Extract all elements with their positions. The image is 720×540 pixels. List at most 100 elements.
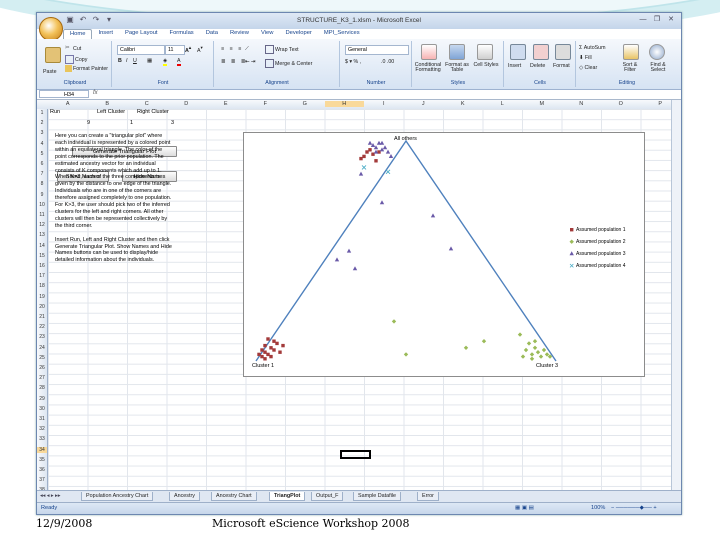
tab-formulas[interactable]: Formulas — [164, 29, 200, 39]
format-painter-button[interactable]: Format Painter — [65, 65, 108, 72]
tab-review[interactable]: Review — [224, 29, 255, 39]
cell-c1[interactable]: Right Cluster — [137, 109, 169, 115]
column-header-m[interactable]: M — [522, 101, 562, 107]
cell-styles-button[interactable]: Cell Styles — [473, 62, 499, 68]
close-icon[interactable]: ✕ — [665, 15, 677, 25]
fill-button[interactable]: ⬇ Fill — [579, 55, 592, 61]
border-icon[interactable]: ▦ — [147, 58, 152, 64]
name-box[interactable]: H34 — [39, 90, 89, 98]
cell-b2[interactable]: 1 — [130, 120, 133, 126]
sheet-nav-icons[interactable]: ◂◂ ◂ ▸ ▸▸ — [40, 493, 60, 499]
undo-icon[interactable]: ↶ — [78, 15, 88, 25]
view-icons[interactable]: ▦ ▣ ▤ — [515, 505, 534, 511]
row-header-5[interactable]: 5 — [37, 151, 47, 157]
office-button[interactable] — [39, 17, 63, 41]
number-format-combo[interactable]: General — [345, 45, 409, 55]
tab-developer[interactable]: Developer — [279, 29, 317, 39]
column-header-i[interactable]: I — [364, 101, 404, 107]
column-header-h[interactable]: H — [324, 101, 364, 107]
tab-home[interactable]: Home — [63, 29, 93, 39]
merge-center-button[interactable]: Merge & Center — [265, 59, 312, 68]
column-header-g[interactable]: G — [285, 101, 325, 107]
row-header-28[interactable]: 28 — [37, 385, 47, 391]
vertical-align-icons[interactable]: ≡ ≡ ≡ — [221, 46, 243, 52]
sheet-tab-error[interactable]: Error — [417, 492, 439, 501]
tab-view[interactable]: View — [255, 29, 279, 39]
clear-button[interactable]: ◇ Clear — [579, 65, 597, 71]
cell-b1[interactable]: Left Cluster — [97, 109, 125, 115]
save-icon[interactable]: ▣ — [65, 15, 75, 25]
column-header-c[interactable]: C — [127, 101, 167, 107]
row-header-30[interactable]: 30 — [37, 406, 47, 412]
currency-icon[interactable]: $ ▾ % , — [345, 59, 361, 65]
row-header-8[interactable]: 8 — [37, 181, 47, 187]
column-header-a[interactable]: A — [48, 101, 88, 107]
column-header-d[interactable]: D — [167, 101, 207, 107]
row-header-10[interactable]: 10 — [37, 202, 47, 208]
format-button[interactable]: Format — [553, 63, 570, 69]
paste-icon[interactable] — [45, 47, 61, 63]
vertical-scrollbar[interactable] — [671, 100, 681, 490]
row-header-12[interactable]: 12 — [37, 222, 47, 228]
row-header-16[interactable]: 16 — [37, 263, 47, 269]
row-header-13[interactable]: 13 — [37, 232, 47, 238]
format-table-button[interactable]: Format as Table — [443, 62, 471, 73]
wrap-text-button[interactable]: Wrap Text — [265, 45, 299, 54]
sheet-tab-ancestry-chart[interactable]: Ancestry Chart — [211, 492, 257, 501]
shrink-font-icon[interactable]: A▾ — [197, 45, 203, 54]
row-header-35[interactable]: 35 — [37, 457, 47, 463]
row-header-36[interactable]: 36 — [37, 467, 47, 473]
column-header-k[interactable]: K — [443, 101, 483, 107]
column-header-o[interactable]: O — [601, 101, 641, 107]
font-name-combo[interactable]: Calibri — [117, 45, 165, 55]
zoom-level[interactable]: 100% — [591, 505, 605, 511]
row-header-21[interactable]: 21 — [37, 314, 47, 320]
tab-data[interactable]: Data — [200, 29, 224, 39]
sheet-tab-sample-datafile[interactable]: Sample Datafile — [353, 492, 402, 501]
row-header-23[interactable]: 23 — [37, 334, 47, 340]
column-header-b[interactable]: B — [88, 101, 128, 107]
delete-button[interactable]: Delete — [530, 63, 545, 69]
row-header-33[interactable]: 33 — [37, 436, 47, 442]
column-header-j[interactable]: J — [404, 101, 444, 107]
decimal-icons[interactable]: .0 .00 — [381, 59, 394, 65]
fill-color-icon[interactable]: ◈ — [163, 58, 168, 66]
row-header-37[interactable]: 37 — [37, 477, 47, 483]
row-header-18[interactable]: 18 — [37, 283, 47, 289]
horizontal-align-icons[interactable]: ≣ ≣ ≣ — [221, 59, 247, 65]
row-header-9[interactable]: 9 — [37, 192, 47, 198]
column-header-f[interactable]: F — [246, 101, 286, 107]
restore-icon[interactable]: ❐ — [651, 15, 663, 25]
tab-insert[interactable]: Insert — [92, 29, 119, 39]
row-header-32[interactable]: 32 — [37, 426, 47, 432]
column-header-l[interactable]: L — [483, 101, 523, 107]
zoom-slider[interactable]: − ──────◆── + — [611, 505, 657, 511]
sheet-tab-output-f[interactable]: Output_F — [311, 492, 344, 501]
row-header-31[interactable]: 31 — [37, 416, 47, 422]
row-header-19[interactable]: 19 — [37, 294, 47, 300]
row-header-26[interactable]: 26 — [37, 365, 47, 371]
cell-a2[interactable]: 9 — [87, 120, 90, 126]
redo-icon[interactable]: ↷ — [91, 15, 101, 25]
row-header-1[interactable]: 1 — [37, 110, 47, 116]
row-header-22[interactable]: 22 — [37, 324, 47, 330]
autosum-button[interactable]: Σ AutoSum — [579, 45, 606, 51]
find-select-button[interactable]: Find & Select — [645, 62, 671, 73]
conditional-formatting-button[interactable]: Conditional Formatting — [413, 62, 443, 73]
cell-a1[interactable]: Run — [50, 109, 60, 115]
fx-icon[interactable]: fx — [93, 90, 98, 96]
sort-filter-button[interactable]: Sort & Filter — [617, 62, 643, 73]
sheet-tab-triangplot[interactable]: TriangPlot — [269, 492, 306, 501]
row-header-7[interactable]: 7 — [37, 171, 47, 177]
sheet-tab-ancestry[interactable]: Ancestry — [169, 492, 200, 501]
row-header-17[interactable]: 17 — [37, 273, 47, 279]
italic-icon[interactable]: I — [126, 58, 127, 64]
row-header-15[interactable]: 15 — [37, 253, 47, 259]
tab-page-layout[interactable]: Page Layout — [119, 29, 164, 39]
bold-icon[interactable]: B — [118, 58, 122, 64]
column-header-n[interactable]: N — [562, 101, 602, 107]
row-header-25[interactable]: 25 — [37, 355, 47, 361]
row-header-4[interactable]: 4 — [37, 141, 47, 147]
row-header-24[interactable]: 24 — [37, 345, 47, 351]
underline-icon[interactable]: U — [133, 58, 137, 64]
